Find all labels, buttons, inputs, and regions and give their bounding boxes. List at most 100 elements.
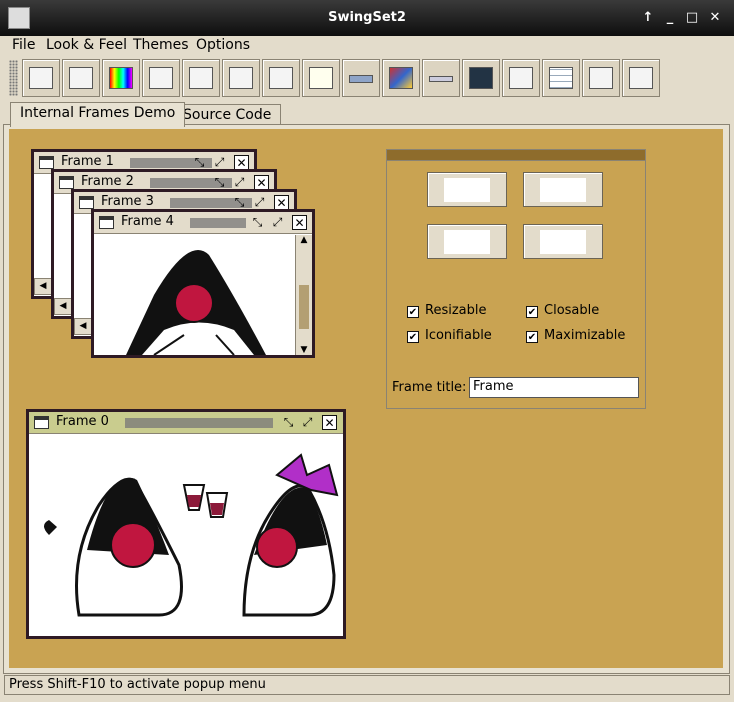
scroll-down-icon[interactable]: ▼: [296, 345, 312, 355]
frame-title-field[interactable]: Frame: [469, 377, 639, 398]
text-icon: [229, 67, 253, 89]
checkmark-icon: ✔: [407, 306, 419, 318]
tabbed-pane-icon: [509, 67, 533, 89]
tabbed-pane-demo-button[interactable]: [502, 59, 540, 97]
scroll-left-icon[interactable]: ◀: [34, 278, 52, 295]
color-chooser-demo-button[interactable]: [102, 59, 140, 97]
tooltip-icon: [589, 67, 613, 89]
slider-demo-button[interactable]: [422, 59, 460, 97]
maximizable-checkbox[interactable]: ✔ Maximizable: [526, 328, 625, 343]
table-icon: [549, 67, 573, 89]
frame-title: Frame 0: [56, 414, 109, 429]
iconify-icon[interactable]: ⤡: [281, 415, 296, 430]
minimize-icon[interactable]: _: [661, 9, 679, 27]
scroll-left-icon[interactable]: ◀: [74, 318, 92, 335]
split-pane-demo-button[interactable]: [462, 59, 500, 97]
iconify-icon[interactable]: ⤡: [192, 155, 207, 170]
frame-icon: [59, 176, 74, 189]
closable-checkbox[interactable]: ✔ Closable: [526, 303, 599, 318]
toolbar-grip[interactable]: [9, 60, 18, 96]
duke-thumbnail-icon: [540, 178, 586, 202]
swingset2-window: SwingSet2 ↑ _ □ ✕ File Look & Feel Theme…: [0, 0, 734, 702]
scroll-pane-demo-button[interactable]: [382, 59, 420, 97]
iconify-icon[interactable]: ⤡: [232, 195, 247, 210]
iconifiable-checkbox[interactable]: ✔ Iconifiable: [407, 328, 492, 343]
duke-image: [126, 250, 266, 355]
duke-bow-thumbnail-icon: [444, 230, 490, 254]
scroll-left-icon[interactable]: ◀: [54, 298, 72, 315]
iconify-icon[interactable]: ⤡: [250, 215, 265, 230]
split-pane-icon: [469, 67, 493, 89]
internal-frame-icon: [29, 67, 53, 89]
menu-themes[interactable]: Themes: [133, 37, 189, 53]
checkbox-label: Resizable: [425, 303, 487, 318]
checkbox-radio-icon: [69, 67, 93, 89]
list-icon: [269, 67, 293, 89]
window-titlebar[interactable]: SwingSet2 ↑ _ □ ✕: [0, 0, 734, 36]
checkmark-icon: ✔: [407, 331, 419, 343]
close-frame-icon[interactable]: ✕: [292, 215, 307, 230]
file-list-icon: [189, 67, 213, 89]
close-frame-icon[interactable]: ✕: [322, 415, 337, 430]
resizable-checkbox[interactable]: ✔ Resizable: [407, 303, 486, 318]
frame-icon: [39, 156, 54, 169]
create-car-duke-frame-button[interactable]: [523, 224, 603, 259]
tree-icon: [629, 67, 653, 89]
info-warning-icon: [309, 67, 333, 89]
close-frame-icon[interactable]: ✕: [274, 195, 289, 210]
iconify-icon[interactable]: ⤡: [212, 175, 227, 190]
progress-bar-icon: [349, 75, 373, 83]
maximize-icon[interactable]: □: [683, 9, 701, 27]
close-frame-icon[interactable]: ✕: [254, 175, 269, 190]
list-demo-button[interactable]: [262, 59, 300, 97]
progress-bar-demo-button[interactable]: [342, 59, 380, 97]
internal-frame-demo-button[interactable]: [22, 59, 60, 97]
internal-frame-0[interactable]: Frame 0 ⤡ ⤢ ✕: [26, 409, 346, 639]
close-icon[interactable]: ✕: [706, 9, 724, 27]
title-drag-area: [125, 418, 273, 428]
panel-titlebar[interactable]: [387, 150, 645, 161]
frame-titlebar[interactable]: Frame 0 ⤡ ⤢ ✕: [29, 412, 343, 434]
tooltip-demo-button[interactable]: [582, 59, 620, 97]
duke-car-thumbnail-icon: [540, 230, 586, 254]
scroll-thumb[interactable]: [299, 285, 309, 329]
checkbox-label: Closable: [544, 303, 600, 318]
combobox-demo-button[interactable]: [142, 59, 180, 97]
internal-frame-4[interactable]: Frame 4 ⤡ ⤢ ✕ ▲ ▼: [91, 209, 315, 358]
button-demo-button[interactable]: [62, 59, 100, 97]
maximize-frame-icon[interactable]: ⤢: [300, 415, 315, 430]
close-frame-icon[interactable]: ✕: [234, 155, 249, 170]
menu-file[interactable]: File: [12, 37, 35, 53]
checkmark-icon: ✔: [526, 331, 538, 343]
frame-title: Frame 1: [61, 154, 114, 169]
editor-pane-demo-button[interactable]: [222, 59, 260, 97]
create-toast-frame-button[interactable]: [427, 172, 507, 207]
table-demo-button[interactable]: [542, 59, 580, 97]
option-pane-demo-button[interactable]: [302, 59, 340, 97]
file-chooser-demo-button[interactable]: [182, 59, 220, 97]
checkbox-label: Iconifiable: [425, 328, 492, 343]
tab-internal-frames-demo[interactable]: Internal Frames Demo: [10, 102, 186, 127]
tab-source-code[interactable]: Source Code: [173, 104, 282, 126]
menu-look-and-feel[interactable]: Look & Feel: [46, 37, 127, 53]
maximize-frame-icon[interactable]: ⤢: [212, 155, 227, 170]
vertical-scrollbar[interactable]: ▲ ▼: [295, 235, 312, 355]
create-duke-frame-button[interactable]: [523, 172, 603, 207]
maximize-frame-icon[interactable]: ⤢: [232, 175, 247, 190]
maximize-frame-icon[interactable]: ⤢: [252, 195, 267, 210]
toolbar: [0, 56, 734, 100]
combobox-icon: [149, 67, 173, 89]
move-up-icon[interactable]: ↑: [639, 9, 657, 27]
maximize-frame-icon[interactable]: ⤢: [270, 215, 285, 230]
frame-titlebar[interactable]: Frame 4 ⤡ ⤢ ✕: [94, 212, 312, 234]
scroll-up-icon[interactable]: ▲: [296, 235, 312, 245]
menu-options[interactable]: Options: [196, 37, 250, 53]
image-icon: [389, 67, 413, 89]
tree-demo-button[interactable]: [622, 59, 660, 97]
frame-title: Frame 2: [81, 174, 134, 189]
color-palette-icon: [109, 67, 133, 89]
create-bow-duke-frame-button[interactable]: [427, 224, 507, 259]
status-bar: Press Shift-F10 to activate popup menu: [4, 675, 730, 695]
duke-toast-thumbnail-icon: [444, 178, 490, 202]
duke-toast-image: [44, 453, 339, 617]
